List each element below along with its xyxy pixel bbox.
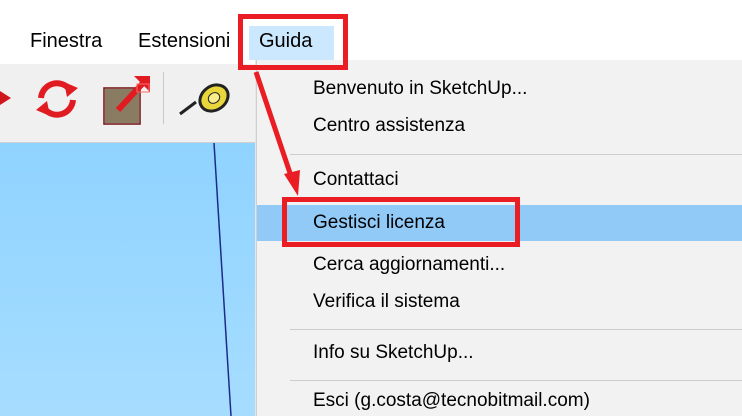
annotation-arrow: [253, 71, 300, 196]
